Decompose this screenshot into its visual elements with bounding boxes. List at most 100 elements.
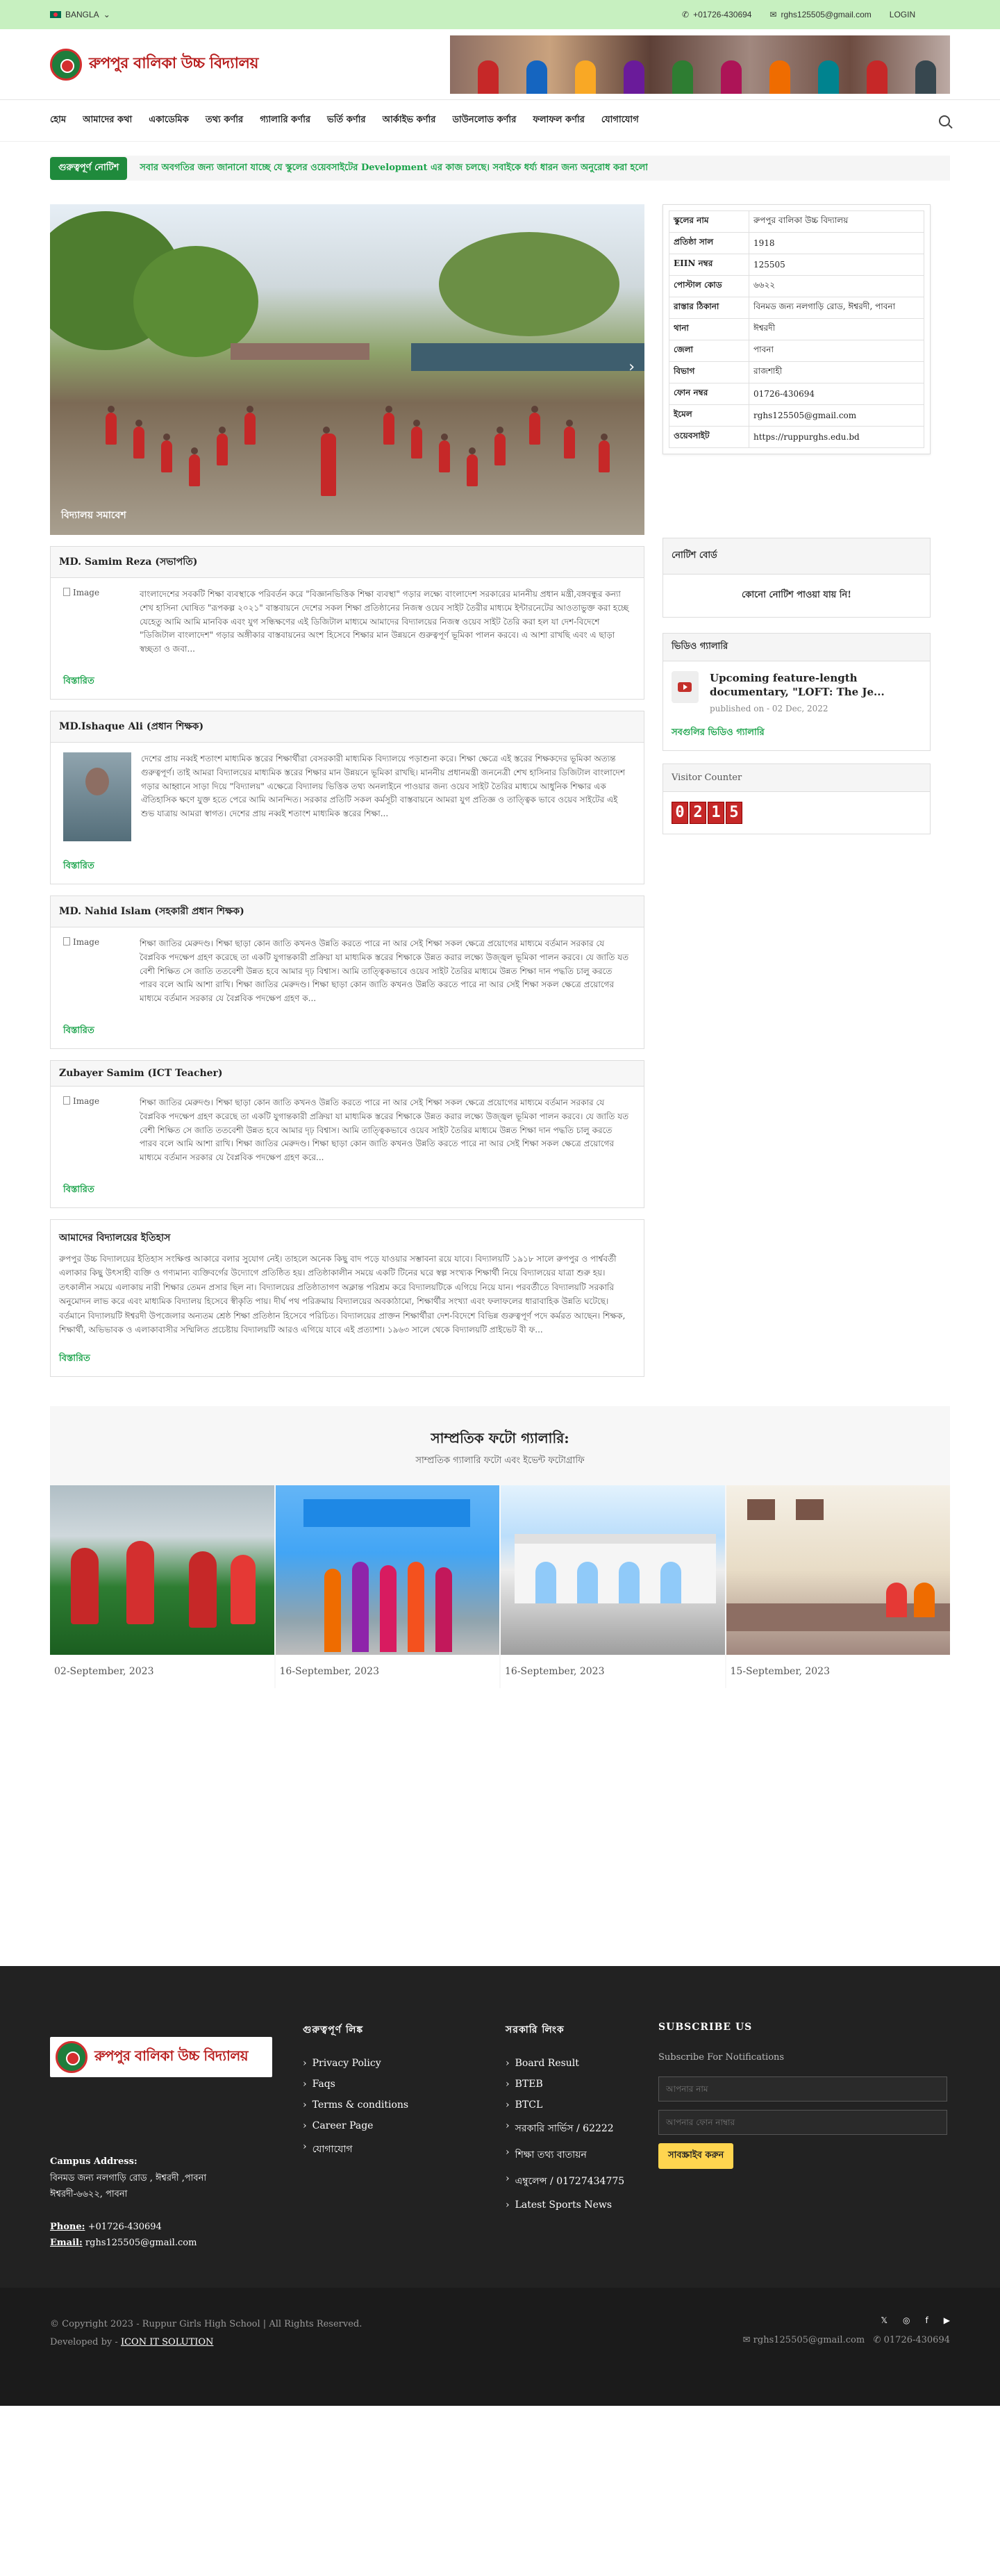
footer-link-contact[interactable]: যোগাযোগ: [303, 2141, 506, 2158]
read-more-link[interactable]: বিস্তারিত: [51, 859, 644, 884]
instagram-icon[interactable]: ◎: [903, 2315, 910, 2325]
footer-link-bteb[interactable]: BTEB: [506, 2079, 658, 2090]
history-title: আমাদের বিদ্যালয়ের ইতিহাস: [59, 1232, 171, 1244]
gallery-item[interactable]: 16-September, 2023: [501, 1485, 725, 1689]
video-title[interactable]: Upcoming feature-length documentary, "LO…: [710, 671, 922, 700]
address-line1: বিনমড জন্য নলগাড়ি রোড , ঈশ্বরদী ,পাবনা: [50, 2172, 207, 2183]
footer-link-gov-service[interactable]: সরকারি সার্ভিস / 62222: [506, 2120, 658, 2137]
notice-board-empty: কোনো নোটিশ পাওয়া যায় নি!: [742, 590, 851, 600]
footer-address: Campus Address: বিনমড জন্য নলগাড়ি রোড ,…: [50, 2154, 303, 2251]
bottom-phone[interactable]: 01726-430694: [884, 2335, 950, 2345]
footer-phone[interactable]: +01726-430694: [88, 2222, 162, 2232]
info-label: ইমেল: [669, 404, 749, 427]
nav-info-corner[interactable]: তথ্য কর্ণার: [206, 113, 243, 128]
nav-contact[interactable]: যোগাযোগ: [601, 113, 639, 128]
gallery-date: 02-September, 2023: [50, 1655, 274, 1689]
facebook-icon[interactable]: f: [926, 2315, 928, 2325]
subscribe-phone-input[interactable]: [658, 2110, 947, 2136]
chevron-down-icon: ⌄: [103, 10, 110, 19]
info-value: 1918: [749, 232, 924, 254]
youtube-icon[interactable]: ▶: [944, 2315, 950, 2325]
nav-result-corner[interactable]: ফলাফল কর্ণার: [533, 113, 585, 128]
message-card-title: MD.Ishaque Ali (প্রধান শিক্ষক): [51, 711, 644, 743]
subscribe-name-input[interactable]: [658, 2077, 947, 2102]
gallery-photo[interactable]: [726, 1485, 950, 1656]
phone-label: Phone:: [50, 2221, 85, 2232]
footer-link-privacy[interactable]: Privacy Policy: [303, 2058, 506, 2069]
info-value: পাবনা: [749, 340, 924, 362]
nav-admission-corner[interactable]: ভর্তি কর্ণার: [327, 113, 366, 128]
slider-next-arrow-icon[interactable]: ›: [628, 358, 635, 376]
gallery-date: 16-September, 2023: [501, 1655, 725, 1689]
footer-email[interactable]: rghs125505@gmail.com: [85, 2238, 197, 2248]
gallery-item[interactable]: 02-September, 2023: [50, 1485, 274, 1689]
language-selector[interactable]: BANGLA ⌄: [50, 10, 110, 19]
footer-link-btcl[interactable]: BTCL: [506, 2099, 658, 2111]
footer-link-education-portal[interactable]: শিক্ষা তথ্য বাতায়ন: [506, 2147, 658, 2163]
message-card-text: বাংলাদেশের সবকটি শিক্ষা ব্যবস্থাকে পরিবর…: [140, 589, 629, 654]
footer-logo[interactable]: রুপপুর বালিকা উচ্চ বিদ্যালয়: [50, 2037, 272, 2078]
message-card: MD. Samim Reza (সভাপতি) Image বাংলাদেশের…: [50, 546, 644, 700]
twitter-icon[interactable]: 𝕏: [881, 2315, 888, 2325]
info-row: জেলা পাবনা: [669, 340, 924, 362]
message-card: MD. Nahid Islam (সহকারী প্রধান শিক্ষক) I…: [50, 895, 644, 1049]
broken-image-icon: Image: [63, 1096, 130, 1110]
history-card: আমাদের বিদ্যালয়ের ইতিহাস রুপপুর উচ্চ বি…: [50, 1219, 644, 1378]
nav-academic[interactable]: একাডেমিক: [149, 113, 189, 128]
visitor-counter-title: Visitor Counter: [663, 763, 930, 792]
gallery-photo[interactable]: [501, 1485, 725, 1656]
read-more-link[interactable]: বিস্তারিত: [59, 1352, 635, 1367]
site-logo[interactable]: রুপপুর বালিকা উচ্চ বিদ্যালয়: [50, 48, 258, 81]
nav-gallery-corner[interactable]: গ্যালারি কর্ণার: [260, 113, 310, 128]
video-gallery-title: ভিডিও গ্যালারি: [663, 634, 930, 661]
gallery-item[interactable]: 15-September, 2023: [726, 1485, 950, 1689]
topbar-email[interactable]: ✉ rghs125505@gmail.com: [769, 10, 871, 19]
subscribe-button[interactable]: সাবস্ক্রাইব করুন: [658, 2143, 734, 2170]
message-card-text: দেশের প্রায় নব্বই শতাংশ মাধ্যমিক স্তরের…: [141, 753, 625, 819]
info-value[interactable]: https://ruppurghs.edu.bd: [749, 426, 924, 448]
topbar: BANGLA ⌄ ✆ +01726-430694 ✉ rghs125505@gmai…: [0, 0, 1000, 29]
video-gallery: ভিডিও গ্যালারি Upcoming feature-length d…: [662, 633, 931, 751]
all-videos-link[interactable]: সবগুলির ভিডিও গ্যালারি: [663, 723, 930, 750]
developer-link[interactable]: ICON IT SOLUTION: [121, 2337, 213, 2347]
gallery-photo[interactable]: [275, 1485, 499, 1656]
gallery-item[interactable]: 16-September, 2023: [275, 1485, 499, 1689]
topbar-phone[interactable]: ✆ +01726-430694: [682, 10, 751, 19]
read-more-link[interactable]: বিস্তারিত: [51, 1024, 644, 1048]
hero-slider[interactable]: বিদ্যালয় সমাবেশ ›: [50, 204, 644, 535]
message-card-title: MD. Samim Reza (সভাপতি): [51, 547, 644, 578]
youtube-icon: [672, 671, 699, 703]
header: রুপপুর বালিকা উচ্চ বিদ্যালয়: [0, 29, 1000, 100]
info-row: থানা ঈশ্বরদী: [669, 318, 924, 340]
footer-link-career[interactable]: Career Page: [303, 2120, 506, 2131]
footer-link-terms[interactable]: Terms & conditions: [303, 2099, 506, 2111]
video-item[interactable]: Upcoming feature-length documentary, "LO…: [663, 661, 930, 723]
search-icon[interactable]: [939, 115, 950, 126]
counter-digit: 0: [672, 801, 688, 824]
notice-board: নোটিশ বোর্ড কোনো নোটিশ পাওয়া যায় নি!: [662, 538, 931, 618]
info-label: রাস্তার ঠিকানা: [669, 297, 749, 319]
broken-image-icon: Image: [63, 936, 130, 951]
bottom-email[interactable]: rghs125505@gmail.com: [753, 2335, 865, 2345]
notice-text[interactable]: সবার অবগতির জন্য জানানো যাচ্ছে যে স্কুলে…: [140, 161, 648, 176]
info-row: প্রতিষ্ঠা সাল 1918: [669, 232, 924, 254]
footer-link-board-result[interactable]: Board Result: [506, 2058, 658, 2069]
photo-gallery: সাম্প্রতিক ফটো গ্যালারি: সাম্প্রতিক গ্যা…: [50, 1406, 950, 1689]
school-emblem-icon: [50, 48, 82, 81]
read-more-link[interactable]: বিস্তারিত: [51, 675, 644, 699]
info-value: 01726-430694: [749, 383, 924, 405]
gallery-photo[interactable]: [50, 1485, 274, 1656]
footer-link-faqs[interactable]: Faqs: [303, 2079, 506, 2090]
header-banner-image: [450, 35, 950, 94]
nav-home[interactable]: হোম: [50, 113, 66, 128]
message-card-title: Zubayer Samim (ICT Teacher): [51, 1060, 644, 1087]
info-label: পোস্টাল কোড: [669, 275, 749, 297]
login-link[interactable]: LOGIN: [890, 10, 915, 19]
footer-link-ambulance[interactable]: এম্বুলেন্স / 01727434775: [506, 2173, 658, 2190]
info-label: থানা: [669, 318, 749, 340]
nav-about[interactable]: আমাদের কথা: [83, 113, 132, 128]
nav-archive-corner[interactable]: আর্কাইভ কর্ণার: [383, 113, 436, 128]
footer-link-sports-news[interactable]: Latest Sports News: [506, 2199, 658, 2211]
read-more-link[interactable]: বিস্তারিত: [51, 1183, 644, 1207]
nav-download-corner[interactable]: ডাউনলোড কর্ণার: [452, 113, 516, 128]
